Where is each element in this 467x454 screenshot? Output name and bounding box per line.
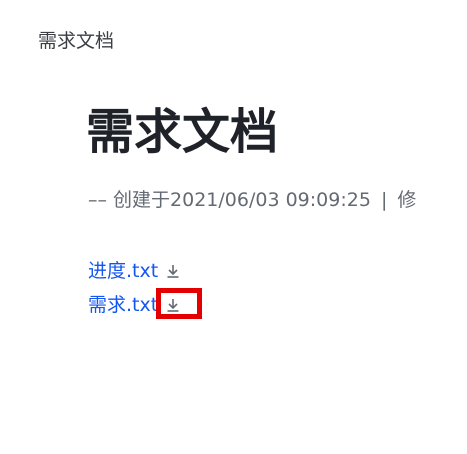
file-item: 需求.txt bbox=[88, 292, 184, 318]
created-timestamp: 2021/06/03 09:09:25 bbox=[170, 189, 371, 211]
document-meta: –– 创建于2021/06/03 09:09:25 | 修 bbox=[88, 186, 416, 214]
file-item: 进度.txt bbox=[88, 258, 184, 284]
download-icon[interactable] bbox=[162, 260, 184, 282]
meta-prefix: –– 创建于 bbox=[88, 189, 171, 211]
download-icon[interactable] bbox=[162, 294, 184, 316]
page-title: 需求文档 bbox=[86, 104, 279, 160]
meta-trailing-text: 修 bbox=[397, 189, 417, 211]
file-link-requirements[interactable]: 需求.txt bbox=[88, 292, 158, 318]
meta-separator: | bbox=[380, 189, 388, 211]
breadcrumb[interactable]: 需求文档 bbox=[38, 28, 114, 54]
file-link-progress[interactable]: 进度.txt bbox=[88, 258, 158, 284]
